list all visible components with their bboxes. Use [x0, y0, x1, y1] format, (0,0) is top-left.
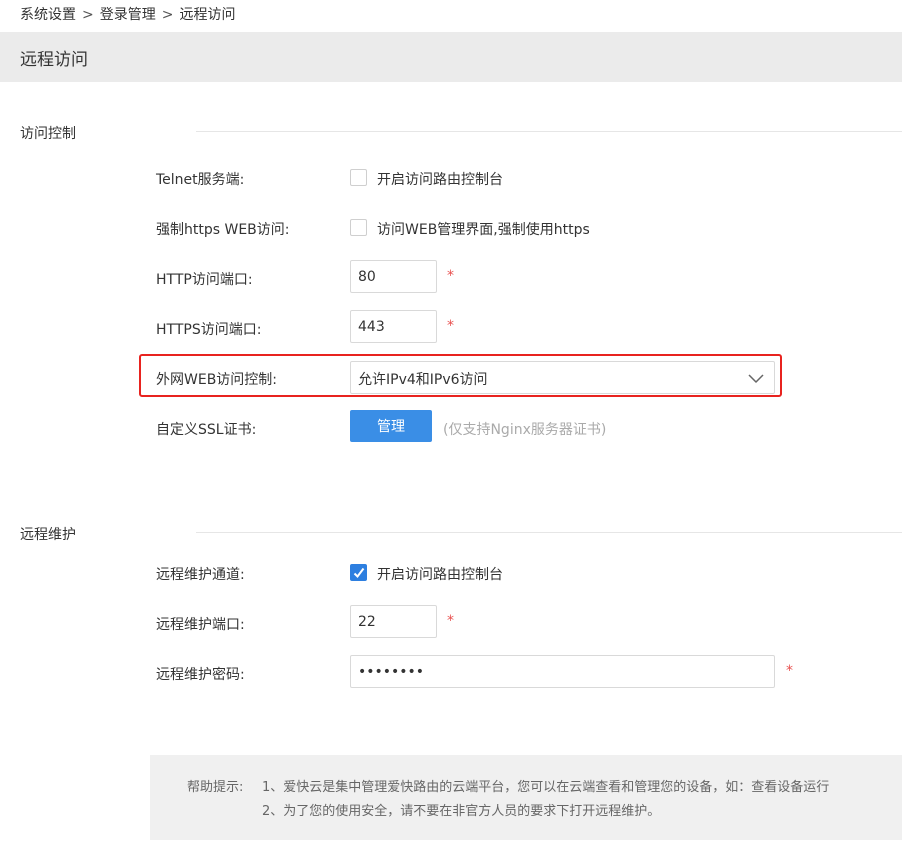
ssl-cert-label: 自定义SSL证书:	[156, 422, 257, 438]
https-port-label: HTTPS访问端口:	[156, 322, 262, 338]
force-https-checkbox[interactable]	[350, 219, 367, 236]
telnet-label: Telnet服务端:	[156, 172, 245, 188]
section-title-remote-maintenance: 远程维护	[20, 527, 76, 543]
remote-channel-checkbox-label[interactable]: 开启访问路由控制台	[377, 564, 503, 584]
http-port-label: HTTP访问端口:	[156, 272, 253, 288]
remote-password-required-mark: *	[786, 663, 793, 679]
telnet-checkbox[interactable]	[350, 169, 367, 186]
http-port-input[interactable]	[350, 260, 437, 293]
remote-port-required-mark: *	[447, 613, 454, 629]
section-divider	[196, 131, 902, 132]
highlight-box	[139, 354, 782, 397]
ssl-manage-button[interactable]: 管理	[350, 410, 432, 442]
breadcrumb-item-login-management[interactable]: 登录管理	[100, 4, 156, 24]
telnet-checkbox-label[interactable]: 开启访问路由控制台	[377, 169, 503, 189]
check-icon	[353, 567, 365, 579]
page-title: 远程访问	[20, 50, 88, 70]
section-divider	[196, 532, 902, 533]
ssl-cert-note: (仅支持Nginx服务器证书)	[443, 422, 607, 438]
section-title-access-control: 访问控制	[20, 126, 76, 142]
help-box: 帮助提示: 1、爱快云是集中管理爱快路由的云端平台，您可以在云端查看和管理您的设…	[150, 755, 902, 840]
help-line-1: 1、爱快云是集中管理爱快路由的云端平台，您可以在云端查看和管理您的设备，如：查看…	[262, 780, 830, 795]
remote-channel-checkbox[interactable]	[350, 564, 367, 581]
http-port-required-mark: *	[447, 268, 454, 284]
remote-channel-label: 远程维护通道:	[156, 567, 245, 583]
https-port-input[interactable]	[350, 310, 437, 343]
force-https-label: 强制https WEB访问:	[156, 222, 290, 238]
remote-port-label: 远程维护端口:	[156, 617, 245, 633]
breadcrumb-separator: >	[161, 7, 174, 23]
breadcrumb: 系统设置 > 登录管理 > 远程访问	[20, 4, 235, 24]
remote-port-input[interactable]	[350, 605, 437, 638]
breadcrumb-separator: >	[82, 7, 94, 23]
help-line-2: 2、为了您的使用安全，请不要在非官方人员的要求下打开远程维护。	[262, 804, 661, 819]
help-prefix: 帮助提示:	[187, 780, 244, 795]
page-header: 远程访问	[0, 32, 902, 82]
remote-password-label: 远程维护密码:	[156, 667, 245, 683]
remote-password-input[interactable]	[350, 655, 775, 688]
force-https-checkbox-label[interactable]: 访问WEB管理界面,强制使用https	[377, 219, 590, 239]
breadcrumb-item-remote-access: 远程访问	[179, 7, 236, 23]
https-port-required-mark: *	[447, 318, 454, 334]
breadcrumb-item-system-settings[interactable]: 系统设置	[20, 4, 76, 24]
